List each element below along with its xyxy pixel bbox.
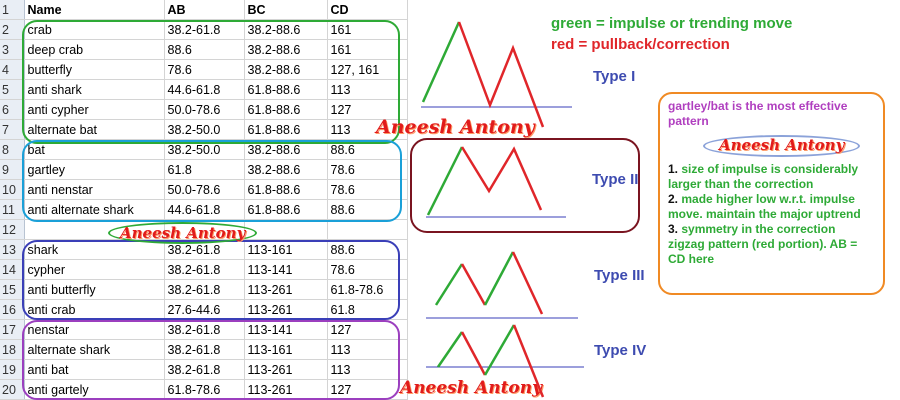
type4-pattern xyxy=(426,324,584,398)
note-text: size of impulse is considerably larger t… xyxy=(668,162,859,191)
type1-label: Type I xyxy=(593,68,636,85)
note-item-2: 2. made higher low w.r.t. impulse move. … xyxy=(668,192,875,222)
type3-pattern xyxy=(426,251,578,319)
type2-pattern xyxy=(426,146,566,218)
note-number: 1. xyxy=(668,162,679,176)
type4-label: Type IV xyxy=(594,342,647,359)
note-item-1: 1. size of impulse is considerably large… xyxy=(668,162,875,192)
notes-watermark: Aneesh Antony xyxy=(703,135,861,157)
note-text: symmetry in the correction zigzag patter… xyxy=(668,222,858,266)
type2-label: Type II xyxy=(592,171,639,188)
notes-watermark-text: Aneesh Antony xyxy=(719,136,845,154)
note-item-3: 3. symmetry in the correction zigzag pat… xyxy=(668,222,875,267)
type3-label: Type III xyxy=(594,267,645,284)
type1-pattern xyxy=(421,21,572,128)
notes-box: gartley/bat is the most effective patter… xyxy=(658,92,885,295)
note-number: 2. xyxy=(668,192,679,206)
note-text: made higher low w.r.t. impulse move. mai… xyxy=(668,192,861,221)
note-number: 3. xyxy=(668,222,679,236)
notes-title: gartley/bat is the most effective patter… xyxy=(668,99,848,128)
